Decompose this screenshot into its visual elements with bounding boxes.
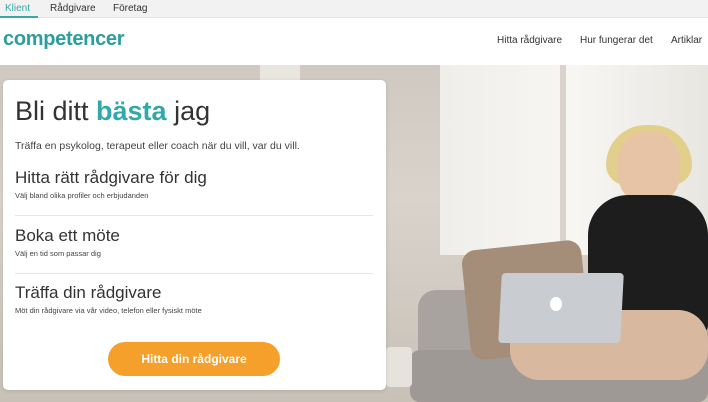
find-advisor-button[interactable]: Hitta din rådgivare [108,342,280,376]
tab-radgivare[interactable]: Rådgivare [50,3,96,14]
hero-subhead: Träffa en psykolog, terapeut eller coach… [15,140,300,152]
divider [15,215,373,216]
step-title: Träffa din rådgivare [15,283,162,302]
step-2: Boka ett möte Välj en tid som passar dig [15,226,375,258]
step-desc: Välj en tid som passar dig [15,249,101,258]
hero-headline: Bli ditt bästa jag [15,96,210,127]
laptop [498,273,624,343]
site-header: competencer Hitta rådgivare Hur fungerar… [0,18,708,65]
divider [15,273,373,274]
headline-text: Bli ditt [15,96,97,126]
nav-hur-fungerar-det[interactable]: Hur fungerar det [580,35,653,46]
nav-artiklar[interactable]: Artiklar [671,35,702,46]
nav-hitta-radgivare[interactable]: Hitta rådgivare [497,35,562,46]
table-cup [386,347,412,387]
audience-tabs: Klient Rådgivare Företag [0,0,708,18]
apple-logo-icon [550,297,562,311]
tab-klient[interactable]: Klient [5,3,30,14]
headline-text-end: jag [166,96,211,126]
step-title: Hitta rätt rådgivare för dig [15,168,207,187]
step-title: Boka ett möte [15,226,120,245]
headline-accent: bästa [96,96,167,126]
window-frame [560,65,566,245]
hero-card: Bli ditt bästa jag Träffa en psykolog, t… [3,80,386,390]
logo[interactable]: competencer [3,28,125,51]
step-3: Träffa din rådgivare Möt din rådgivare v… [15,283,375,315]
step-desc: Välj bland olika profiler och erbjudande… [15,191,149,200]
step-1: Hitta rätt rådgivare för dig Välj bland … [15,168,375,200]
step-desc: Möt din rådgivare via vår video, telefon… [15,306,202,315]
tab-foretag[interactable]: Företag [113,3,147,14]
person-head [618,131,680,205]
